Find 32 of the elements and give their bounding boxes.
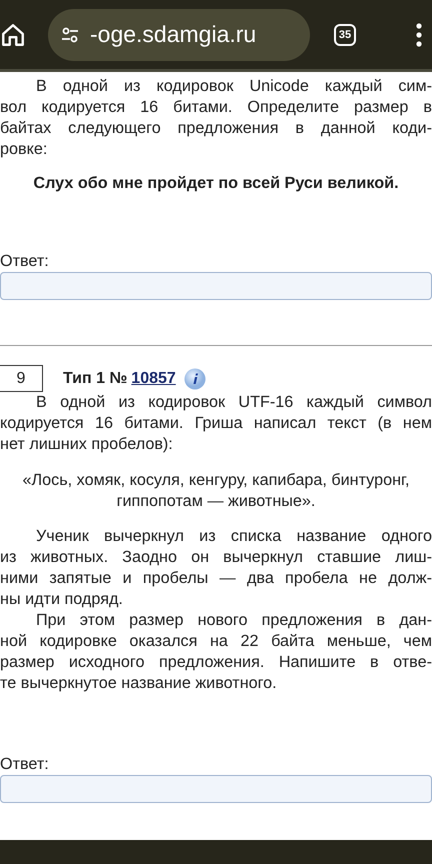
task-id-link[interactable]: 10857 — [131, 370, 176, 388]
answer-field[interactable] — [0, 272, 432, 300]
paragraph-line: вол кодируется 16 битами. Определите размер в — [0, 97, 432, 118]
sentence-text: Слух обо мне пройдет по всей Руси великой. — [32, 174, 400, 193]
home-icon[interactable] — [0, 22, 26, 48]
paragraph-line: Ученик вычеркнул из списка название одного — [35, 526, 432, 547]
paragraph-line: размер исходного предложения. Напишите в отве- — [0, 652, 432, 673]
paragraph-line: кодируется 16 битами. Гриша написал текст (в нем — [0, 413, 432, 434]
url-text: -oge.sdamgia.ru — [90, 21, 256, 48]
paragraph-line: из животных. Заодно он вычеркнул ставшие лиш- — [0, 547, 432, 568]
menu-icon[interactable] — [416, 22, 422, 46]
quote-line: «Лось, хомяк, косуля, кенгуру, капибара, бинтуронг, — [22, 470, 410, 491]
info-icon[interactable] — [184, 368, 206, 390]
paragraph-line: ной кодировке оказался на 22 байта меньше, чем — [0, 631, 432, 652]
tab-count[interactable]: 35 — [334, 24, 356, 46]
paragraph-line: В одной из кодировок UTF-16 каждый символ — [35, 392, 432, 413]
task-number: 9 — [0, 365, 43, 392]
quote-line: гиппопотам — животные». — [116, 491, 316, 512]
paragraph-line: При этом размер нового предложения в дан- — [35, 610, 432, 631]
answer-label: Ответ: — [0, 251, 50, 272]
answer-field[interactable] — [0, 775, 432, 803]
paragraph-line: В одной из кодировок Unicode каждый сим- — [35, 76, 432, 97]
address-bar[interactable]: -oge.sdamgia.ru — [48, 8, 310, 60]
paragraph-line: ны идти подряд. — [0, 589, 124, 610]
paragraph-line: байтах следующего предложения в данной коди- — [0, 118, 432, 139]
paragraph-line: те вычеркнутое название животного. — [0, 673, 278, 694]
paragraph-line: нет лишних пробелов): — [0, 434, 174, 455]
site-settings-icon[interactable] — [60, 24, 80, 44]
paragraph-line: ними запятые и пробелы — два пробела не долж- — [0, 568, 432, 589]
task-type: Тип 1 № — [63, 370, 128, 388]
paragraph-line: ровке: — [0, 139, 48, 160]
answer-label: Ответ: — [0, 754, 50, 775]
